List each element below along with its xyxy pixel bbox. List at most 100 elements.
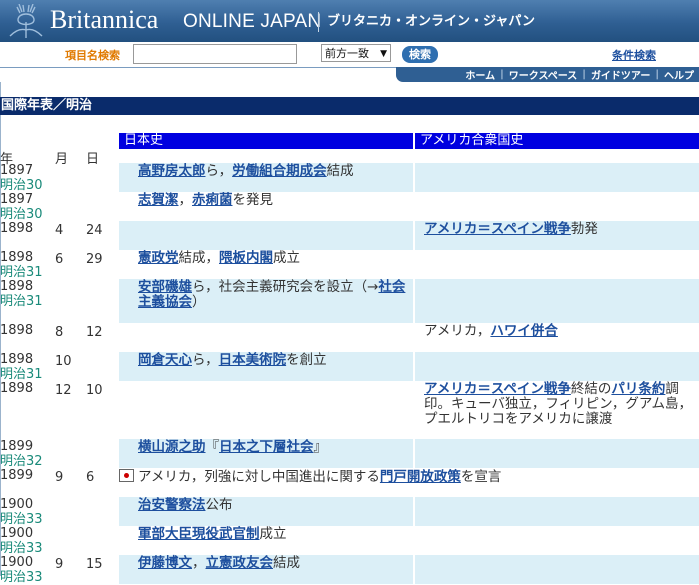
day-cell: 29: [86, 252, 103, 267]
nav-help[interactable]: ヘルプ: [659, 67, 699, 82]
article-link[interactable]: 伊藤博文: [138, 555, 192, 571]
month-cell: 4: [55, 223, 64, 238]
month-cell: 8: [55, 325, 64, 340]
japan-entry: 岡倉天心ら，日本美術院を創立: [138, 353, 412, 368]
nav-workspace[interactable]: ワークスペース: [504, 67, 583, 82]
era-value: 明治33: [0, 541, 43, 556]
entry-text: を宣言: [460, 469, 502, 485]
year-value: 1900: [0, 497, 34, 512]
brand-name[interactable]: Britannica: [50, 5, 158, 35]
table-row: 1897 明治30 高野房太郎ら，労働組合期成会結成: [0, 163, 699, 193]
article-link[interactable]: 安部磯雄: [138, 279, 192, 295]
month-cell: 12: [55, 383, 72, 398]
japan-entry: 治安警察法公布: [138, 498, 412, 513]
search-button[interactable]: 検索: [402, 46, 438, 63]
site-header: Britannica ONLINE JAPAN ブリタニカ・オンライン・ジャパン: [0, 0, 699, 42]
nav-guide-tour[interactable]: ガイドツアー: [586, 67, 655, 82]
era-value: 明治33: [0, 570, 43, 585]
article-link[interactable]: パリ条約: [611, 381, 665, 397]
article-link[interactable]: 高野房太郎: [138, 163, 206, 179]
year-cell: 1898 明治31: [0, 279, 52, 309]
year-cell: 1898 明治31: [0, 352, 52, 382]
table-row: 1898 4 24 アメリカ＝スペイン戦争勃発: [0, 221, 699, 250]
japan-entry: 憲政党結成，隈板内閣成立: [138, 251, 412, 266]
search-mode-select[interactable]: 前方一致 ▼: [321, 44, 391, 62]
era-value: 明治31: [0, 367, 43, 382]
year-value: 1898: [0, 221, 34, 236]
article-link[interactable]: 岡倉天心: [138, 352, 192, 368]
entry-text: を発見: [232, 192, 274, 208]
year-cell: 1900 明治33: [0, 526, 52, 556]
japan-entry: 志賀潔，赤痢菌を発見: [138, 193, 412, 208]
thistle-logo-icon[interactable]: [6, 4, 46, 40]
year-value: 1897: [0, 163, 34, 178]
nav-home[interactable]: ホーム: [460, 67, 500, 82]
year-value: 1898: [0, 352, 34, 367]
us-cell: [415, 526, 699, 555]
table-row: 1900 明治33 軍部大臣現役武官制成立: [0, 526, 699, 556]
month-cell: 9: [55, 470, 64, 485]
era-value: 明治31: [0, 294, 43, 309]
entry-text: 終結の: [570, 381, 612, 397]
article-link[interactable]: 治安警察法: [138, 497, 206, 513]
table-row: 1900 明治33 治安警察法公布: [0, 497, 699, 527]
table-row: 1898 明治31 10 岡倉天心ら，日本美術院を創立: [0, 352, 699, 382]
article-link[interactable]: 日本美術院: [219, 352, 287, 368]
search-input[interactable]: [133, 44, 297, 64]
article-link[interactable]: 憲政党: [138, 250, 179, 266]
year-cell: 1898: [0, 381, 52, 396]
year-cell: 1899 明治32: [0, 439, 52, 469]
japan-cell: [119, 221, 413, 250]
table-row: 1898 明治31 安部磯雄ら，社会主義研究会を設立（→社会主義協会）: [0, 279, 699, 323]
month-cell: 6: [55, 252, 64, 267]
day-cell: 10: [86, 383, 103, 398]
entry-text: 』: [313, 439, 328, 455]
table-row: 1898 明治31 6 29 憲政党結成，隈板内閣成立: [0, 250, 699, 280]
year-value: 1898: [0, 381, 34, 396]
us-entry: アメリカ＝スペイン戦争終結のパリ条約調印。キューバ独立，フィリピン，グアム島，プ…: [424, 382, 696, 427]
advanced-search-link[interactable]: 条件検索: [612, 47, 656, 63]
article-link[interactable]: 労働組合期成会: [232, 163, 327, 179]
year-value: 1898: [0, 279, 34, 294]
year-cell: 1898: [0, 323, 52, 338]
article-link[interactable]: ハワイ併合: [490, 323, 558, 339]
us-entry: アメリカ＝スペイン戦争勃発: [424, 222, 696, 237]
article-link[interactable]: 志賀潔: [138, 192, 179, 208]
year-cell: 1899: [0, 468, 52, 483]
entry-text: 勃発: [570, 221, 598, 237]
japan-cell: [119, 323, 413, 352]
entry-text: 結成: [273, 555, 300, 571]
article-link[interactable]: 日本之下層社会: [219, 439, 314, 455]
year-value: 1897: [0, 192, 34, 207]
article-link[interactable]: 立憲政友会: [206, 555, 274, 571]
entry-text: 公布: [205, 497, 233, 513]
entry-text: 成立: [259, 526, 287, 542]
table-row: 1898 8 12 アメリカ，ハワイ併合: [0, 323, 699, 352]
year-value: 1898: [0, 250, 34, 265]
japan-entry: 高野房太郎ら，労働組合期成会結成: [138, 164, 412, 179]
year-value: 1899: [0, 468, 34, 483]
search-label: 項目名検索: [65, 49, 120, 62]
us-cell: [415, 250, 699, 279]
article-link[interactable]: 隈板内閣: [219, 250, 273, 266]
month-cell: 10: [55, 354, 72, 369]
day-cell: 6: [86, 470, 95, 485]
year-cell: 1897 明治30: [0, 163, 52, 193]
entry-text: ，: [192, 555, 206, 571]
article-link[interactable]: アメリカ＝スペイン戦争: [424, 381, 571, 397]
article-link[interactable]: 門戸開放政策: [380, 469, 461, 485]
entry-text: ら，: [205, 163, 233, 179]
article-link[interactable]: 赤痢菌: [192, 192, 233, 208]
entry-text: 結成，: [178, 250, 220, 266]
era-value: 明治31: [0, 265, 43, 280]
japan-flag-icon: [119, 469, 134, 482]
article-link[interactable]: 横山源之助: [138, 439, 206, 455]
article-link[interactable]: 軍部大臣現役武官制: [138, 526, 260, 542]
top-nav: ホーム | ワークスペース | ガイドツアー | ヘルプ: [396, 67, 699, 82]
entry-text: アメリカ，列強に対し中国進出に関する: [138, 469, 380, 485]
us-cell: [415, 279, 699, 323]
day-cell: 15: [86, 557, 103, 572]
column-header-us: アメリカ合衆国史: [415, 133, 699, 149]
table-row: 1899 明治32 横山源之助『日本之下層社会』: [0, 439, 699, 469]
article-link[interactable]: アメリカ＝スペイン戦争: [424, 221, 571, 237]
